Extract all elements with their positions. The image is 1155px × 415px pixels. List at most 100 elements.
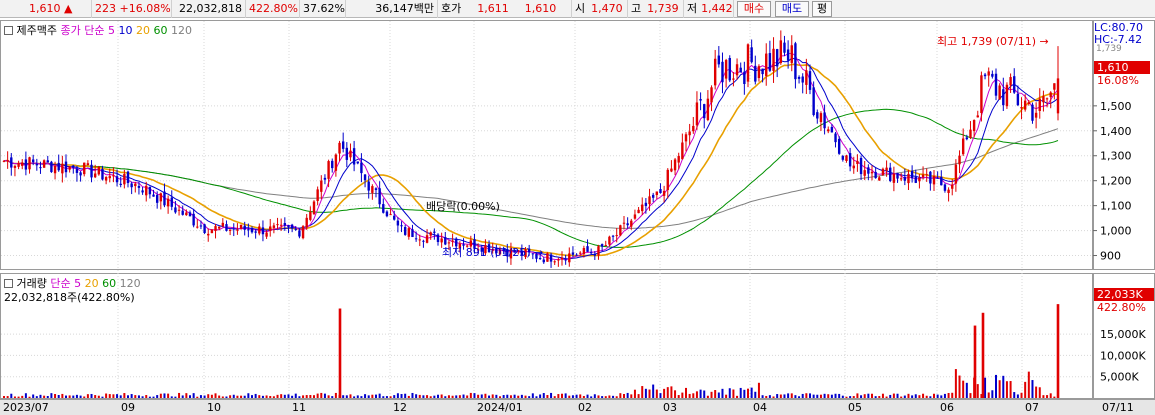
- ma60-label: 60: [153, 24, 168, 37]
- candle-body: [797, 76, 801, 79]
- candle-body: [874, 171, 877, 179]
- candle-body: [64, 161, 68, 173]
- candle-body: [549, 254, 553, 262]
- candle-body: [695, 102, 699, 126]
- volume-bar: [134, 395, 137, 398]
- candle-body: [265, 232, 268, 237]
- volume-bar: [418, 394, 421, 398]
- volume-bar: [754, 391, 757, 398]
- candle-body: [378, 188, 381, 205]
- y-tick-label: 1,500: [1100, 100, 1132, 113]
- candle-body: [801, 76, 804, 83]
- volume-bar: [761, 395, 764, 398]
- x-tick-label: 12: [393, 401, 407, 414]
- volume-bar: [907, 393, 910, 398]
- volume-bar: [834, 393, 837, 398]
- volume-bar: [400, 394, 403, 398]
- candle-body: [363, 174, 367, 181]
- candle-body: [892, 173, 896, 183]
- candle-body: [724, 60, 728, 79]
- volume-bar: [604, 396, 607, 398]
- candle-body: [757, 66, 761, 79]
- volume-bar: [564, 393, 567, 398]
- volume-bar: [692, 393, 695, 398]
- volume-bar: [385, 396, 388, 398]
- volume-bar: [922, 393, 925, 398]
- candle-body: [258, 226, 261, 234]
- expand-box-icon[interactable]: [4, 279, 13, 288]
- volume-bar: [626, 392, 629, 398]
- volume-bar: [225, 396, 228, 398]
- candle-body: [568, 253, 571, 263]
- candle-body: [250, 228, 254, 233]
- volume-bar: [531, 393, 534, 398]
- candle-body: [1027, 102, 1031, 105]
- expand-box-icon[interactable]: [4, 26, 13, 35]
- candle-body: [374, 188, 378, 191]
- volume-bar: [1031, 380, 1034, 398]
- volume-bar: [674, 390, 677, 398]
- candle-body: [713, 58, 717, 86]
- candles: [2, 30, 1060, 268]
- volume-bars: [3, 304, 1060, 398]
- stock-name: 제주맥주: [16, 24, 57, 37]
- volume-bar: [101, 396, 104, 398]
- candle-body: [349, 150, 352, 158]
- volume-bar: [936, 394, 939, 398]
- volume-bar: [630, 394, 633, 398]
- candle-body: [42, 160, 46, 168]
- volume-bar: [1053, 396, 1056, 398]
- volume-bar: [845, 396, 848, 398]
- volume-bar: [371, 394, 374, 398]
- candle-body: [279, 224, 283, 226]
- volume-bar: [254, 393, 257, 398]
- candle-body: [57, 162, 60, 171]
- volume-bar: [925, 395, 928, 398]
- candle-body: [50, 161, 53, 173]
- candle-body: [232, 228, 235, 230]
- volume-bar: [1020, 392, 1023, 398]
- volume-bar: [116, 394, 119, 398]
- volume-bar: [178, 392, 181, 398]
- candle-body: [983, 74, 987, 77]
- volume-bar: [145, 395, 148, 398]
- volume-bar: [550, 392, 553, 398]
- candle-body: [418, 239, 421, 241]
- volume-bar: [181, 395, 184, 398]
- volume-bar: [710, 391, 713, 398]
- candle-body: [294, 228, 297, 230]
- candle-body: [859, 157, 863, 175]
- candle-body: [243, 225, 246, 230]
- volume-bar: [1049, 393, 1052, 398]
- volume-bar: [590, 396, 593, 398]
- candle-body: [735, 64, 739, 76]
- volume-bar: [976, 384, 979, 398]
- volume-bar: [192, 393, 195, 398]
- volume-bar: [422, 395, 425, 398]
- candle-body: [341, 141, 345, 149]
- volume-bar: [353, 396, 356, 398]
- candle-body: [834, 133, 837, 143]
- candle-body: [345, 147, 349, 160]
- candle-body: [217, 226, 221, 229]
- candle-body: [1056, 78, 1060, 114]
- candle-body: [93, 173, 97, 178]
- volume-bar: [601, 396, 604, 398]
- volume-bar: [199, 395, 202, 398]
- volume-bar: [838, 393, 841, 398]
- candle-body: [436, 234, 440, 243]
- volume-bar: [345, 395, 348, 398]
- volume-bar: [356, 395, 359, 398]
- candle-body: [575, 254, 578, 256]
- volume-bar: [885, 396, 888, 398]
- candle-body: [287, 225, 290, 228]
- volume-bar: [1042, 395, 1045, 398]
- candle-body: [564, 259, 567, 261]
- volume-bar: [903, 395, 906, 398]
- volume-bar: [1046, 395, 1049, 398]
- volume-bar: [455, 395, 458, 398]
- volume-bar: [867, 393, 870, 398]
- candle-body: [670, 168, 673, 172]
- x-tick-label: 2024/01: [477, 401, 523, 414]
- volume-bar: [816, 394, 819, 398]
